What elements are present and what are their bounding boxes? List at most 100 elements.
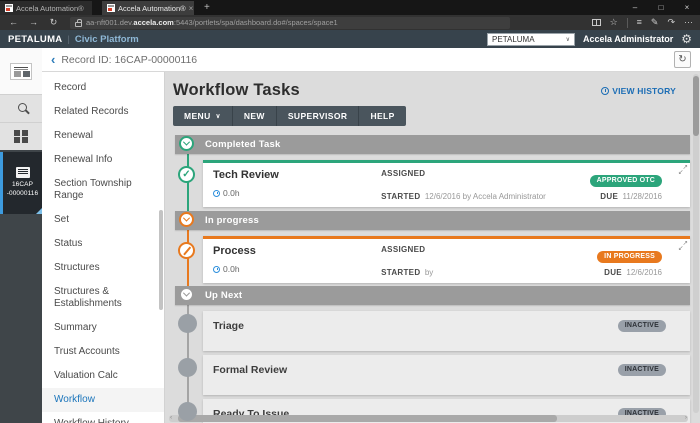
status-badge: APPROVED OTC [590, 175, 662, 187]
horizontal-scrollbar[interactable]: ‹ › [169, 415, 688, 422]
apps-grid-button[interactable] [0, 122, 42, 150]
assigned-label: ASSIGNED [381, 245, 597, 262]
record-header-bar: ‹ Record ID: 16CAP-00000116 ↻ [42, 48, 700, 72]
task-name: Tech Review [213, 169, 381, 186]
product-name-link[interactable]: Civic Platform [75, 34, 139, 45]
back-icon[interactable]: ← [7, 18, 20, 27]
vertical-scrollbar-thumb[interactable] [693, 76, 699, 136]
sidebar-item-status[interactable]: Status [42, 232, 164, 256]
assigned-label: ASSIGNED [381, 169, 589, 186]
workflow-panel-header: Workflow Tasks VIEW HISTORY [173, 81, 700, 100]
scroll-left-icon[interactable]: ‹ [170, 414, 172, 421]
sidebar-item-structures-establishments[interactable]: Structures & Establishments [42, 280, 164, 316]
chevron-down-icon: ∨ [216, 112, 221, 120]
agency-name: PETALUMA [8, 34, 62, 45]
refresh-icon[interactable]: ↻ [47, 18, 60, 27]
browser-tab-background[interactable]: Accela Automation® [0, 1, 92, 15]
sidebar-item-set[interactable]: Set [42, 208, 164, 232]
new-button[interactable]: NEW [233, 106, 277, 126]
collapse-chevron-icon[interactable] [179, 212, 194, 227]
web-note-icon[interactable]: ✎ [651, 18, 659, 27]
lock-icon [75, 22, 82, 27]
minimize-button[interactable]: – [622, 0, 648, 15]
launchpad-button[interactable] [0, 48, 42, 94]
section-header-up-next[interactable]: Up Next [175, 286, 690, 305]
horizontal-scrollbar-thumb[interactable] [178, 415, 557, 422]
accela-favicon [5, 4, 13, 12]
record-id-label: Record ID: 16CAP-00000116 [61, 54, 197, 66]
close-window-button[interactable]: × [674, 0, 700, 15]
accela-favicon [107, 4, 115, 12]
browser-window: Accela Automation® Accela Automation® × … [0, 0, 700, 423]
global-search-button[interactable] [0, 94, 42, 122]
help-button[interactable]: HELP [359, 106, 405, 126]
maximize-button[interactable]: □ [648, 0, 674, 15]
status-badge: INACTIVE [618, 320, 666, 332]
back-chevron-icon[interactable]: ‹ [51, 53, 55, 66]
supervisor-button[interactable]: SUPERVISOR [277, 106, 360, 126]
task-hours: 0.0h [213, 186, 381, 200]
expand-icon[interactable] [678, 165, 688, 175]
task-card-triage[interactable]: Triage INACTIVE [203, 311, 690, 351]
browser-tab-active[interactable]: Accela Automation® × [102, 1, 194, 15]
task-in-progress-icon [178, 242, 195, 259]
tab-close-icon[interactable]: × [189, 4, 194, 13]
sidebar-item-valuation-calc[interactable]: Valuation Calc [42, 364, 164, 388]
scroll-right-icon[interactable]: › [685, 414, 687, 421]
hours-clock-icon [213, 266, 220, 273]
history-clock-icon [601, 87, 609, 95]
tab-title: Accela Automation® [16, 4, 84, 13]
share-icon[interactable]: ↷ [667, 18, 675, 27]
sidebar-item-workflow[interactable]: Workflow [42, 388, 164, 412]
launchpad-icon [10, 63, 32, 80]
new-tab-button[interactable]: + [204, 0, 210, 15]
agency-select[interactable]: PETALUMA ∨ [487, 33, 575, 46]
collapse-chevron-icon[interactable] [179, 136, 194, 151]
expand-icon[interactable] [678, 241, 688, 251]
forward-icon[interactable]: → [27, 18, 40, 27]
chevron-down-icon: ∨ [566, 36, 570, 43]
menu-button[interactable]: MENU ∨ [173, 106, 233, 126]
task-complete-check-icon: ✓ [178, 166, 195, 183]
vertical-scrollbar[interactable] [693, 74, 699, 413]
sidebar-item-related-records[interactable]: Related Records [42, 100, 164, 124]
task-card-process[interactable]: Process ASSIGNED IN PROGRESS 0.0h STARTE… [203, 236, 690, 283]
sidebar-scrollbar[interactable] [159, 210, 163, 310]
sidebar-item-summary[interactable]: Summary [42, 316, 164, 340]
sidebar-item-renewal-info[interactable]: Renewal Info [42, 148, 164, 172]
sidebar-item-renewal[interactable]: Renewal [42, 124, 164, 148]
workflow-task-list: Completed Task In progress Up Next ✓ [175, 133, 690, 417]
sidebar-item-section-township-range[interactable]: Section Township Range [42, 172, 164, 208]
content-row: Record Related Records Renewal Renewal I… [42, 72, 700, 423]
record-refresh-button[interactable]: ↻ [674, 51, 691, 68]
started-cell: STARTED 12/6/2016 by Accela Administrato… [381, 186, 589, 200]
task-card-tech-review[interactable]: Tech Review ASSIGNED APPROVED OTC 0.0h S… [203, 160, 690, 207]
sidebar-item-record[interactable]: Record [42, 76, 164, 100]
address-input[interactable]: aa-nft001.dev.accela.com:5443/portlets/s… [70, 17, 510, 29]
content-column: ‹ Record ID: 16CAP-00000116 ↻ Record Rel… [42, 48, 700, 423]
hub-icon[interactable]: ≡ [637, 18, 642, 27]
collapse-chevron-icon[interactable] [179, 287, 194, 302]
task-card-formal-review[interactable]: Formal Review INACTIVE [203, 355, 690, 395]
logged-in-user[interactable]: Accela Administrator [583, 34, 673, 44]
sidebar-item-workflow-history[interactable]: Workflow History [42, 412, 164, 423]
grid-icon [14, 130, 28, 144]
task-name: Formal Review [213, 364, 287, 376]
divider: | [67, 34, 69, 44]
gear-icon[interactable]: ⚙ [681, 33, 692, 45]
section-header-completed[interactable]: Completed Task [175, 135, 690, 154]
more-options-icon[interactable]: ··· [684, 18, 693, 27]
status-cell: IN PROGRESS [597, 245, 680, 262]
app-header: PETALUMA | Civic Platform PETALUMA ∨ Acc… [0, 30, 700, 48]
task-name: Process [213, 245, 381, 262]
reading-view-icon[interactable] [592, 19, 601, 26]
favorites-star-icon[interactable]: ☆ [610, 18, 618, 27]
sidebar-item-structures[interactable]: Structures [42, 256, 164, 280]
sidebar-item-trust-accounts[interactable]: Trust Accounts [42, 340, 164, 364]
task-inactive-dot-icon [178, 314, 197, 333]
view-history-link[interactable]: VIEW HISTORY [601, 86, 676, 96]
hours-clock-icon [213, 190, 220, 197]
record-tile-label: 16CAP -00000116 [7, 181, 39, 199]
section-header-in-progress[interactable]: In progress [175, 211, 690, 230]
open-record-tile[interactable]: 16CAP -00000116 [0, 152, 42, 214]
